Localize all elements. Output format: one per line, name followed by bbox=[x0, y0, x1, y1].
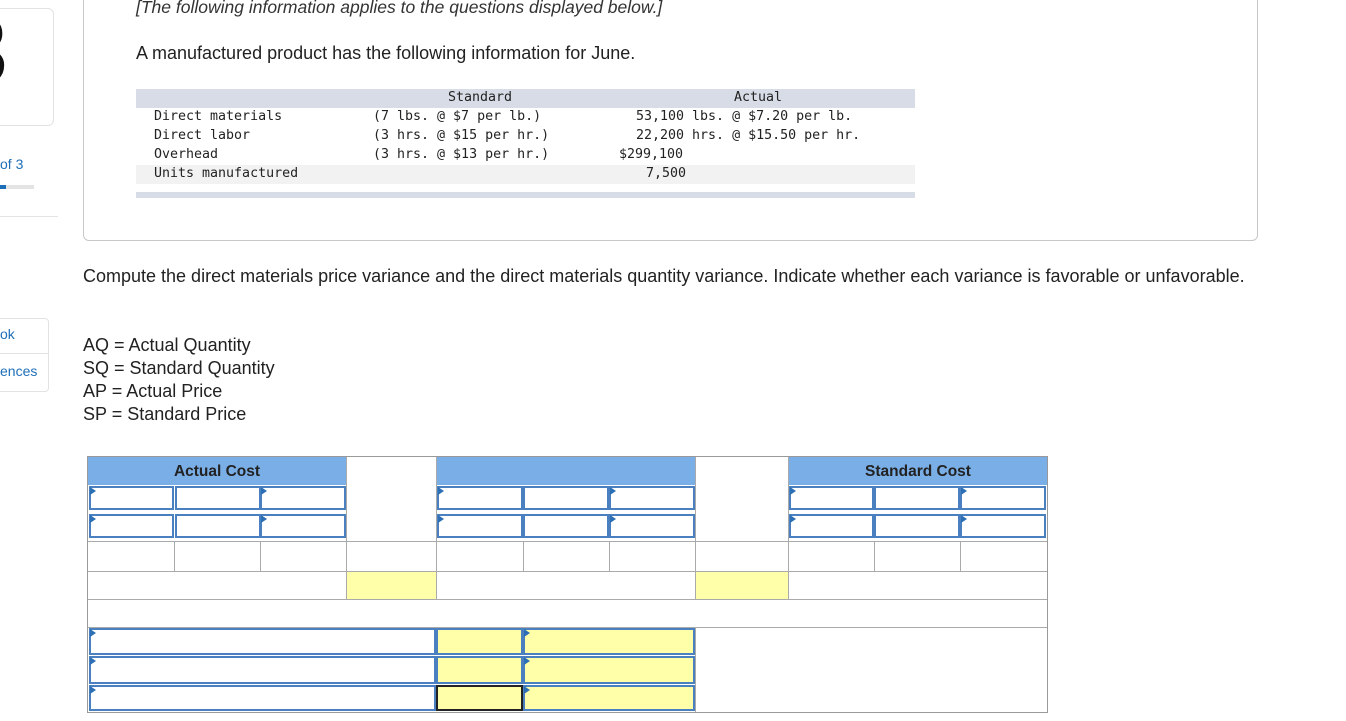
dropdown-marker-icon bbox=[90, 629, 96, 637]
actual-cost-input-row2[interactable] bbox=[260, 514, 346, 538]
applies-note: [The following information applies to th… bbox=[136, 0, 663, 17]
variance-label-input-1[interactable] bbox=[89, 628, 436, 655]
dropdown-marker-icon bbox=[261, 487, 267, 495]
data-table-footer bbox=[136, 192, 915, 198]
price-variance-cell[interactable] bbox=[347, 572, 436, 599]
sq-input-row2[interactable] bbox=[789, 514, 874, 538]
variance-amount-input-1[interactable] bbox=[436, 628, 523, 655]
dropdown-marker-icon bbox=[90, 686, 96, 694]
question-progress-bar bbox=[0, 185, 34, 189]
dropdown-marker-icon bbox=[90, 515, 96, 523]
grid-line bbox=[88, 599, 1047, 600]
grid-line bbox=[88, 571, 1047, 572]
dropdown-marker-icon bbox=[790, 515, 796, 523]
sp-input-row1[interactable] bbox=[874, 486, 960, 510]
header-actual: Actual bbox=[734, 90, 783, 105]
mid-aq-input-row1[interactable] bbox=[437, 486, 523, 510]
grid-line bbox=[260, 541, 261, 571]
grid-line bbox=[874, 541, 875, 571]
standard-cost-header: Standard Cost bbox=[789, 457, 1047, 485]
dropdown-marker-icon bbox=[790, 487, 796, 495]
dropdown-marker-icon bbox=[610, 487, 616, 495]
row-label: Overhead bbox=[154, 147, 219, 162]
sp-input-row2[interactable] bbox=[874, 514, 960, 538]
variance-label-input-2[interactable] bbox=[89, 656, 436, 684]
header-standard: Standard bbox=[448, 90, 513, 105]
grid-line bbox=[695, 627, 696, 712]
definition-sq: SQ = Standard Quantity bbox=[83, 358, 275, 378]
row-actual: 22,200 hrs. @ $15.50 per hr. bbox=[636, 128, 861, 143]
variance-amount-input-2[interactable] bbox=[436, 656, 523, 684]
mid-cost-input-row1[interactable] bbox=[609, 486, 695, 510]
actual-cost-header: Actual Cost bbox=[88, 457, 346, 485]
row-actual: 7,500 bbox=[646, 166, 687, 181]
dropdown-marker-icon bbox=[90, 657, 96, 665]
variance-type-select-1[interactable] bbox=[523, 628, 695, 655]
variance-amount-input-3[interactable] bbox=[436, 685, 523, 711]
mid-aq-input-row2[interactable] bbox=[437, 514, 523, 538]
quantity-variance-cell[interactable] bbox=[696, 572, 788, 599]
dropdown-marker-icon bbox=[961, 487, 967, 495]
standard-cost-input-row2[interactable] bbox=[960, 514, 1046, 538]
middle-header bbox=[437, 457, 695, 485]
dropdown-marker-icon bbox=[261, 515, 267, 523]
table-row: Direct materials (7 lbs. @ $7 per lb.) 5… bbox=[136, 108, 915, 127]
mid-sp-input-row1[interactable] bbox=[523, 486, 609, 510]
sq-input-row1[interactable] bbox=[789, 486, 874, 510]
row-actual: $299,100 bbox=[619, 147, 684, 162]
variance-worksheet: Actual Cost Standard Cost bbox=[87, 456, 1048, 713]
data-table-header: Standard Actual bbox=[136, 89, 915, 108]
actual-cost-input-row1[interactable] bbox=[260, 486, 346, 510]
variance-type-select-2[interactable] bbox=[523, 656, 695, 684]
ap-input-row2[interactable] bbox=[175, 514, 261, 538]
dropdown-marker-icon bbox=[610, 515, 616, 523]
dropdown-marker-icon bbox=[524, 657, 530, 665]
row-standard: (3 hrs. @ $15 per hr.) bbox=[373, 128, 550, 143]
row-standard: (7 lbs. @ $7 per lb.) bbox=[373, 109, 542, 124]
definition-aq: AQ = Actual Quantity bbox=[83, 335, 251, 355]
standard-cost-input-row1[interactable] bbox=[960, 486, 1046, 510]
row-label: Direct labor bbox=[154, 128, 251, 143]
grid-line bbox=[609, 541, 610, 571]
grid-line bbox=[174, 541, 175, 571]
table-row: Direct labor (3 hrs. @ $15 per hr.) 22,2… bbox=[136, 127, 915, 146]
definitions: AQ = Actual Quantity SQ = Standard Quant… bbox=[83, 334, 275, 426]
dropdown-marker-icon bbox=[438, 487, 444, 495]
dropdown-marker-icon bbox=[524, 629, 530, 637]
sidebar-link-references[interactable]: ences bbox=[0, 363, 37, 379]
mid-cost-input-row2[interactable] bbox=[609, 514, 695, 538]
aq-input-row1[interactable] bbox=[89, 486, 174, 510]
row-label: Direct materials bbox=[154, 109, 283, 124]
sidebar-divider bbox=[0, 216, 58, 217]
grid-line bbox=[960, 541, 961, 571]
grid-line bbox=[523, 541, 524, 571]
row-label: Units manufactured bbox=[154, 166, 299, 181]
dropdown-marker-icon bbox=[961, 515, 967, 523]
table-row: Overhead (3 hrs. @ $13 per hr.) $299,100 bbox=[136, 146, 915, 165]
definition-ap: AP = Actual Price bbox=[83, 381, 223, 401]
row-actual: 53,100 lbs. @ $7.20 per lb. bbox=[636, 109, 853, 124]
row-standard: (3 hrs. @ $13 per hr.) bbox=[373, 147, 550, 162]
sidebar-links-separator bbox=[0, 353, 48, 354]
question-number: 3 bbox=[0, 9, 8, 99]
mid-sp-input-row2[interactable] bbox=[523, 514, 609, 538]
dropdown-marker-icon bbox=[438, 515, 444, 523]
variance-label-input-3[interactable] bbox=[89, 685, 436, 711]
dropdown-marker-icon bbox=[90, 487, 96, 495]
question-progress-label: of 3 bbox=[0, 156, 24, 172]
table-row: Units manufactured 7,500 bbox=[136, 165, 915, 184]
sidebar-link-ebook[interactable]: ok bbox=[0, 326, 15, 342]
variance-type-select-3[interactable] bbox=[523, 685, 695, 711]
ap-input-row1[interactable] bbox=[175, 486, 261, 510]
progress-fill bbox=[0, 185, 6, 189]
aq-input-row2[interactable] bbox=[89, 514, 174, 538]
intro-text: A manufactured product has the following… bbox=[136, 43, 636, 63]
grid-line bbox=[88, 541, 1047, 542]
definition-sp: SP = Standard Price bbox=[83, 404, 247, 424]
question-prompt: Compute the direct materials price varia… bbox=[83, 266, 1245, 286]
question-number-card: 3 bbox=[0, 8, 54, 126]
dropdown-marker-icon bbox=[524, 686, 530, 694]
